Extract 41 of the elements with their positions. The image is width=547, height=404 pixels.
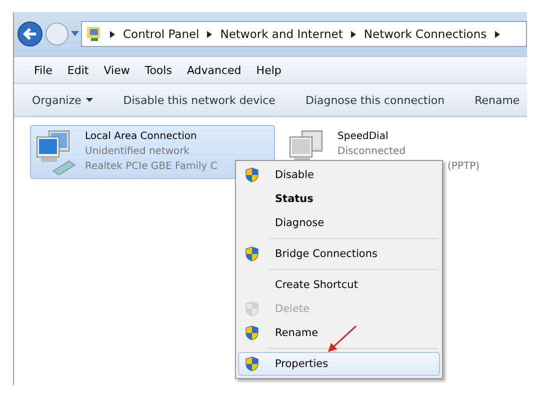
menu-item[interactable]: Advanced — [186, 64, 242, 76]
connection-status: Disconnected — [338, 145, 407, 159]
caret-icon — [86, 98, 94, 102]
control-panel-icon — [86, 26, 102, 42]
arrow-icon — [327, 325, 357, 353]
menu-item[interactable]: Edit — [67, 64, 89, 76]
connection-device: (PPTP) — [446, 160, 480, 174]
context-menu-item[interactable]: Bridge Connections — [238, 242, 440, 266]
menu-item[interactable]: Help — [256, 64, 282, 76]
shield-icon — [245, 325, 259, 341]
dropdown-icon[interactable] — [71, 31, 79, 37]
context-menu-item[interactable]: Properties — [238, 352, 440, 376]
chevron-icon — [350, 30, 356, 38]
chevron-icon — [494, 30, 500, 38]
shield-icon — [245, 246, 259, 262]
connection-item[interactable]: Local Area Connection Unidentified network Realtek PCIe GBE Family C — [30, 125, 274, 179]
toolbar-button[interactable]: Diagnose this connection — [305, 94, 445, 106]
breadcrumb-item[interactable]: Network and Internet — [220, 27, 343, 41]
connection-device: Realtek PCIe GBE Family C — [85, 160, 218, 174]
menu-item[interactable]: File — [34, 64, 52, 76]
address-bar[interactable]: Control Panel Network and Internet Network Connections — [81, 21, 527, 47]
back-button[interactable] — [17, 21, 43, 47]
shield-icon — [245, 301, 259, 317]
menu-item[interactable]: Tools — [144, 64, 172, 76]
shield-icon — [245, 167, 259, 183]
toolbar-button[interactable]: Disable this network device — [123, 94, 276, 106]
context-menu-item[interactable]: Rename — [238, 321, 440, 345]
connection-name: SpeedDial — [338, 130, 390, 144]
breadcrumb-item[interactable]: Control Panel — [123, 27, 200, 41]
menu-item[interactable]: View — [104, 64, 130, 76]
chevron-icon — [110, 30, 115, 38]
toolbar-button[interactable]: Organize — [32, 94, 94, 106]
context-menu-item[interactable]: Status — [238, 187, 440, 211]
context-menu-item[interactable]: Diagnose — [238, 211, 440, 235]
connection-name: Local Area Connection — [85, 130, 198, 144]
breadcrumb-item[interactable]: Network Connections — [364, 27, 487, 41]
connection-status: Unidentified network — [85, 145, 191, 159]
context-menu-item[interactable]: Create Shortcut — [238, 273, 440, 297]
toolbar-button[interactable]: Rename — [474, 94, 520, 106]
shield-icon — [245, 356, 259, 372]
chevron-icon — [207, 30, 212, 38]
